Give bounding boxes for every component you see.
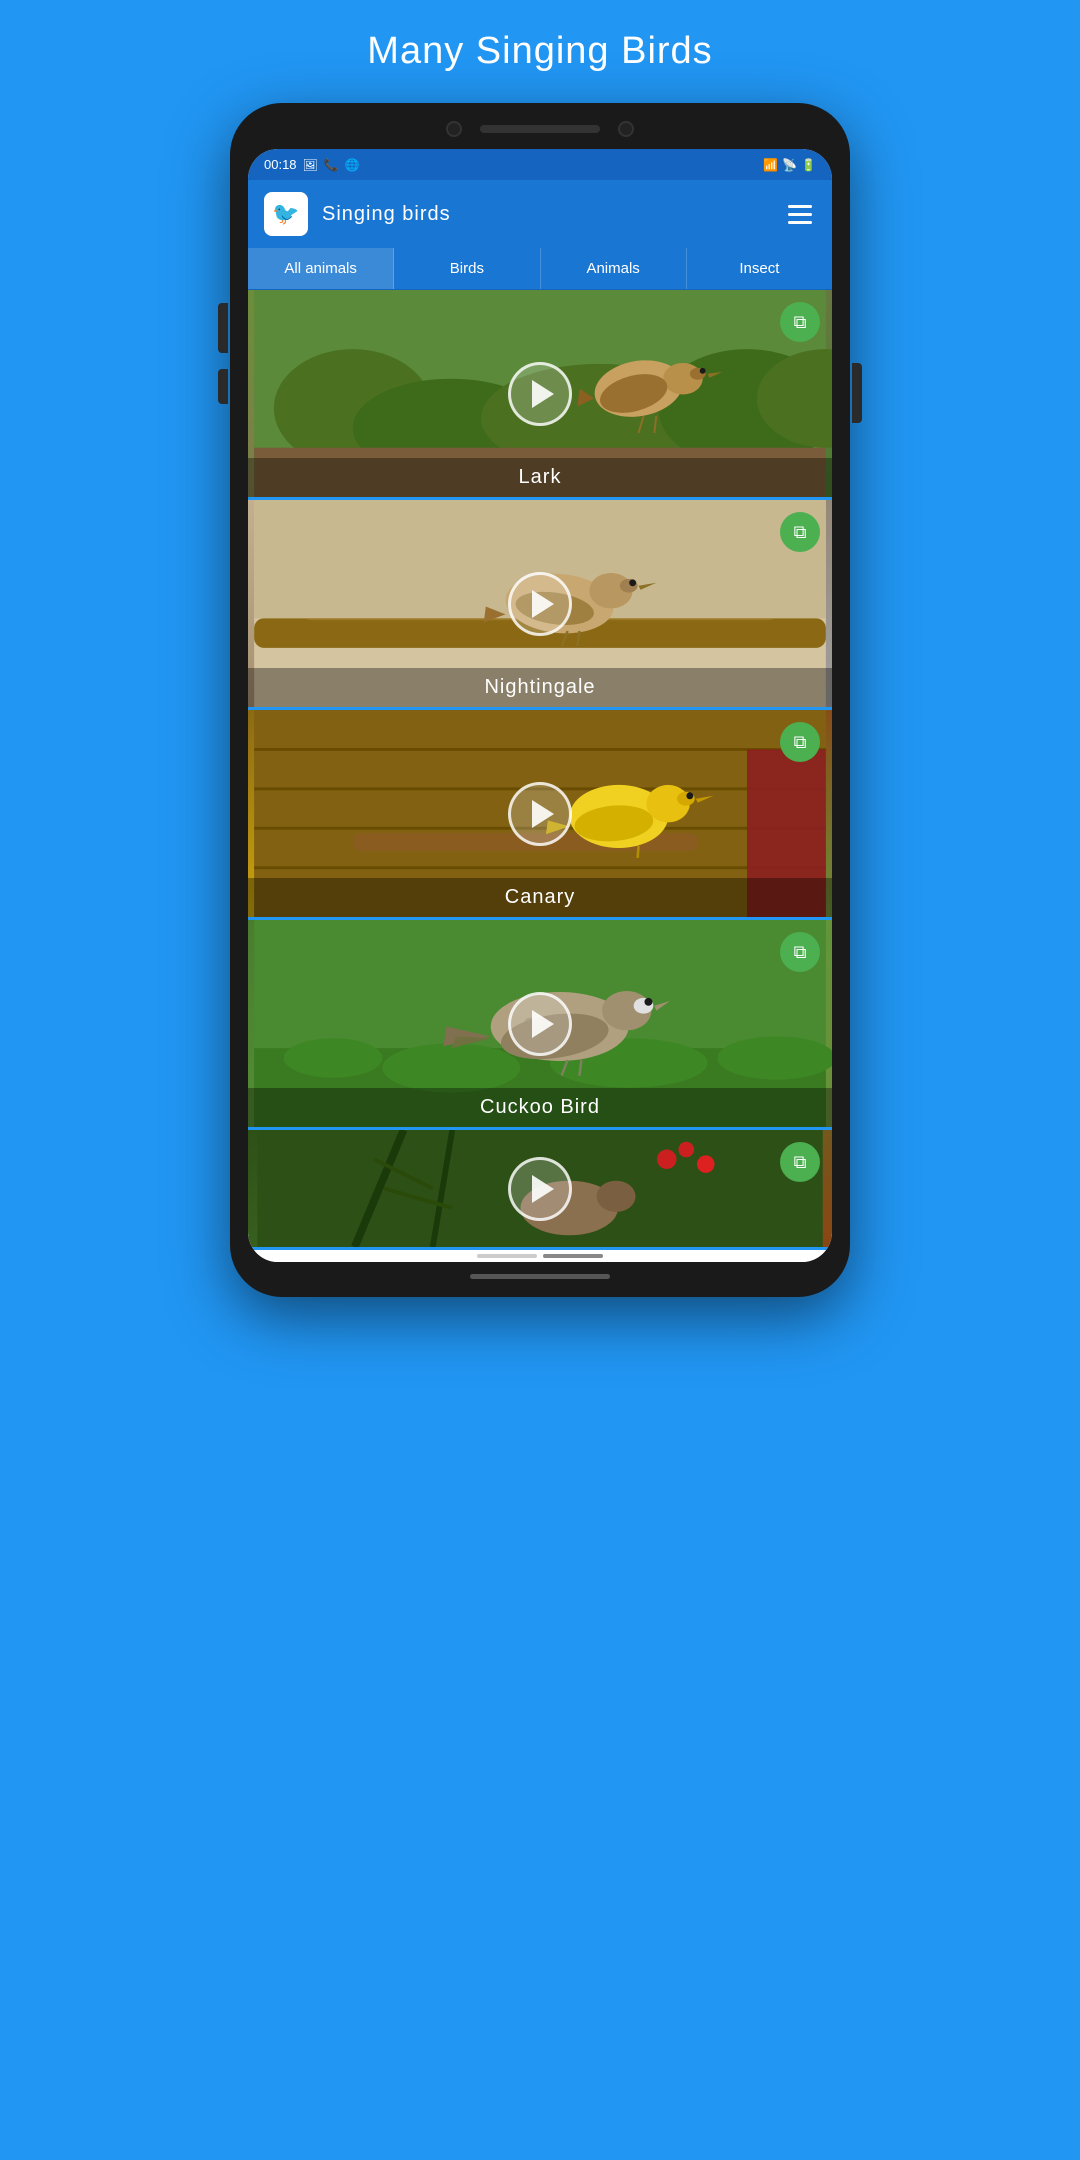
earpiece bbox=[480, 125, 600, 133]
cuckoo-play-button[interactable] bbox=[508, 992, 572, 1056]
status-left: 00:18 🖼 📞 🌐 bbox=[264, 157, 360, 172]
lark-copy-icon: ⧉ bbox=[794, 312, 807, 333]
category-tabs: All animals Birds Animals Insect bbox=[248, 248, 832, 290]
volume-up-button[interactable] bbox=[218, 303, 228, 353]
phone-screen: 00:18 🖼 📞 🌐 📶 📡 🔋 🐦 Singing birds bbox=[248, 149, 832, 1262]
canary-copy-icon: ⧉ bbox=[794, 732, 807, 753]
nightingale-play-button[interactable] bbox=[508, 572, 572, 636]
app-bar: 🐦 Singing birds bbox=[248, 180, 832, 248]
app-title: Singing birds bbox=[322, 203, 770, 226]
cuckoo-label: Cuckoo Bird bbox=[248, 1088, 832, 1127]
bird-list: ⧉ Lark bbox=[248, 290, 832, 1250]
front-camera-right bbox=[618, 121, 634, 137]
cuckoo-copy-icon: ⧉ bbox=[794, 942, 807, 963]
lark-copy-button[interactable]: ⧉ bbox=[780, 302, 820, 342]
scroll-indicator bbox=[248, 1250, 832, 1262]
tab-birds[interactable]: Birds bbox=[394, 248, 540, 289]
power-button[interactable] bbox=[852, 363, 862, 423]
canary-copy-button[interactable]: ⧉ bbox=[780, 722, 820, 762]
status-right: 📶 📡 🔋 bbox=[763, 158, 816, 172]
app-logo: 🐦 bbox=[264, 192, 308, 236]
fifth-bird-copy-button[interactable]: ⧉ bbox=[780, 1142, 820, 1182]
bird-item-fifth: ⧉ bbox=[248, 1130, 832, 1250]
status-time: 00:18 bbox=[264, 157, 297, 172]
canary-label: Canary bbox=[248, 878, 832, 917]
hamburger-bar-1 bbox=[788, 205, 812, 208]
photo-status-icon: 🖼 bbox=[303, 158, 318, 172]
wifi-icon: 📶 bbox=[763, 158, 778, 172]
tab-all-animals[interactable]: All animals bbox=[248, 248, 394, 289]
canary-play-icon bbox=[532, 800, 554, 828]
hamburger-bar-3 bbox=[788, 221, 812, 224]
canary-background: ⧉ Canary bbox=[248, 710, 832, 917]
translate-status-icon: 🌐 bbox=[345, 158, 360, 172]
page-title: Many Singing Birds bbox=[367, 30, 712, 73]
battery-icon: 🔋 bbox=[801, 158, 816, 172]
home-indicator[interactable] bbox=[470, 1274, 610, 1279]
lark-label: Lark bbox=[248, 458, 832, 497]
fifth-bird-copy-icon: ⧉ bbox=[794, 1152, 807, 1173]
nightingale-background: ⧉ Nightingale bbox=[248, 500, 832, 707]
bird-item-canary: ⧉ Canary bbox=[248, 710, 832, 920]
hamburger-bar-2 bbox=[788, 213, 812, 216]
lark-play-button[interactable] bbox=[508, 362, 572, 426]
bird-item-nightingale: ⧉ Nightingale bbox=[248, 500, 832, 710]
phone-frame: 00:18 🖼 📞 🌐 📶 📡 🔋 🐦 Singing birds bbox=[230, 103, 850, 1297]
volume-down-button[interactable] bbox=[218, 369, 228, 404]
nightingale-copy-button[interactable]: ⧉ bbox=[780, 512, 820, 552]
nightingale-label: Nightingale bbox=[248, 668, 832, 707]
lark-background: ⧉ Lark bbox=[248, 290, 832, 497]
phone-status-icon: 📞 bbox=[324, 158, 339, 172]
front-camera-left bbox=[446, 121, 462, 137]
fifth-bird-play-button[interactable] bbox=[508, 1157, 572, 1221]
fifth-bird-play-icon bbox=[532, 1175, 554, 1203]
volume-buttons bbox=[218, 303, 228, 404]
nightingale-copy-icon: ⧉ bbox=[794, 522, 807, 543]
tab-animals[interactable]: Animals bbox=[541, 248, 687, 289]
cuckoo-copy-button[interactable]: ⧉ bbox=[780, 932, 820, 972]
bird-item-cuckoo: ⧉ Cuckoo Bird bbox=[248, 920, 832, 1130]
status-bar: 00:18 🖼 📞 🌐 📶 📡 🔋 bbox=[248, 149, 832, 180]
scroll-dot-active bbox=[543, 1254, 603, 1258]
scroll-dot-1 bbox=[477, 1254, 537, 1258]
canary-play-button[interactable] bbox=[508, 782, 572, 846]
power-button-area bbox=[852, 363, 862, 423]
nightingale-play-icon bbox=[532, 590, 554, 618]
cuckoo-background: ⧉ Cuckoo Bird bbox=[248, 920, 832, 1127]
cuckoo-play-icon bbox=[532, 1010, 554, 1038]
tab-insect[interactable]: Insect bbox=[687, 248, 832, 289]
menu-button[interactable] bbox=[784, 201, 816, 228]
signal-icon: 📡 bbox=[782, 158, 797, 172]
lark-play-icon bbox=[532, 380, 554, 408]
bird-item-lark: ⧉ Lark bbox=[248, 290, 832, 500]
fifth-bird-background: ⧉ bbox=[248, 1130, 832, 1247]
phone-notch bbox=[248, 121, 832, 137]
phone-bottom bbox=[248, 1274, 832, 1279]
